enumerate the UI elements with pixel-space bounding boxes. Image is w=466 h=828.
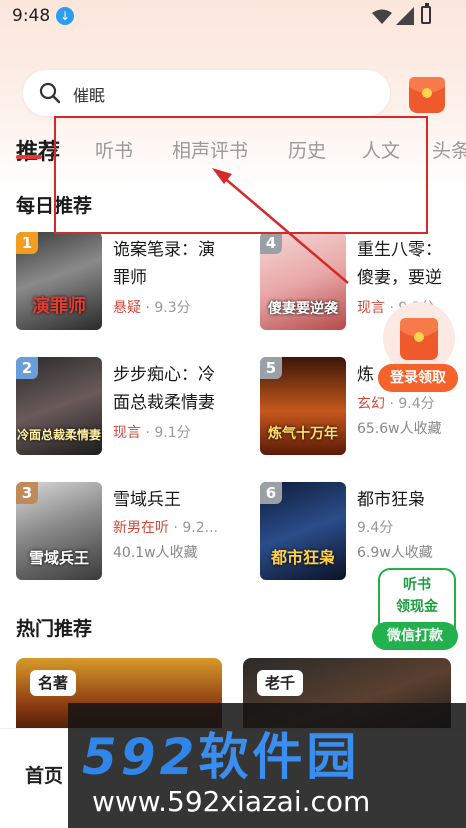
book-meta: 现言 · 9.1分: [113, 425, 191, 441]
book-favorites: 65.6w人收藏: [357, 421, 442, 437]
book-cover[interactable]: 6 都市狂枭: [260, 482, 346, 580]
nav-home[interactable]: 首页: [25, 761, 63, 788]
rank-badge: 6: [260, 482, 282, 504]
wifi-icon: [372, 9, 392, 24]
cover-title: 傻妻要逆袭: [268, 301, 338, 317]
hot-section-title: 热门推荐: [16, 618, 93, 640]
book-title[interactable]: 都市狂枭: [357, 486, 457, 514]
listen-reward-line1: 听书: [403, 577, 431, 593]
cover-title: 炼气十万年: [268, 426, 338, 442]
battery-icon: [421, 3, 431, 24]
book-cover[interactable]: 4 傻妻要逆袭: [260, 232, 346, 330]
book-meta: 悬疑 · 9.3分: [113, 300, 191, 316]
tab-headlines[interactable]: 头条: [432, 136, 466, 163]
login-claim-button[interactable]: 登录领取: [378, 364, 458, 392]
red-envelope-icon[interactable]: [407, 73, 447, 115]
download-icon: ↓: [56, 7, 74, 25]
book-favorites: 6.9w人收藏: [357, 545, 433, 561]
book-cover[interactable]: 2 冷面总裁柔情妻: [16, 357, 102, 455]
status-bar: 9:48 ↓: [0, 0, 466, 34]
rank-badge: 1: [16, 232, 38, 254]
rank-badge: 2: [16, 357, 38, 379]
search-bar[interactable]: 催眠: [23, 70, 390, 116]
status-time: 9:48: [12, 6, 51, 26]
book-meta: 玄幻 · 9.4分: [357, 396, 435, 412]
rank-badge: 5: [260, 357, 282, 379]
book-cover[interactable]: 3 雪域兵王: [16, 482, 102, 580]
book-cover[interactable]: 5 炼气十万年: [260, 357, 346, 455]
book-meta: 9.4分: [357, 520, 394, 536]
cover-title: 雪域兵王: [28, 549, 89, 567]
search-query[interactable]: 催眠: [73, 82, 105, 106]
wechat-payout-button[interactable]: 微信打款: [372, 622, 458, 650]
site-watermark: 592软件园 www.592xiazai.com: [68, 703, 466, 828]
search-icon: [39, 82, 61, 104]
cover-title: 都市狂枭: [270, 548, 335, 567]
rank-badge: 4: [260, 232, 282, 254]
book-title[interactable]: 诡案笔录：演罪师: [113, 236, 229, 292]
cover-title: 冷面总裁柔情妻: [16, 428, 101, 442]
rank-badge: 3: [16, 482, 38, 504]
book-title[interactable]: 步步痴心：冷面总裁柔情妻: [113, 361, 229, 417]
hot-card-tag: 名著: [30, 670, 77, 696]
book-title[interactable]: 雪域兵王: [113, 486, 229, 514]
cover-title: 演罪师: [32, 296, 86, 317]
tab-active-indicator: [16, 155, 42, 159]
listen-reward-line2: 领现金: [396, 599, 438, 615]
book-favorites: 40.1w人收藏: [113, 545, 198, 561]
hot-card-tag: 老千: [257, 670, 304, 696]
watermark-url: www.592xiazai.com: [92, 785, 371, 818]
watermark-logo: 592软件园: [82, 728, 361, 786]
book-title[interactable]: 重生八零：傻妻，要逆袭: [357, 236, 457, 292]
annotation-highlight-box: [54, 116, 428, 234]
book-cover[interactable]: 1 演罪师: [16, 232, 102, 330]
signal-icon: [396, 7, 414, 25]
book-meta: 新男在听 · 9.2...: [113, 520, 218, 536]
